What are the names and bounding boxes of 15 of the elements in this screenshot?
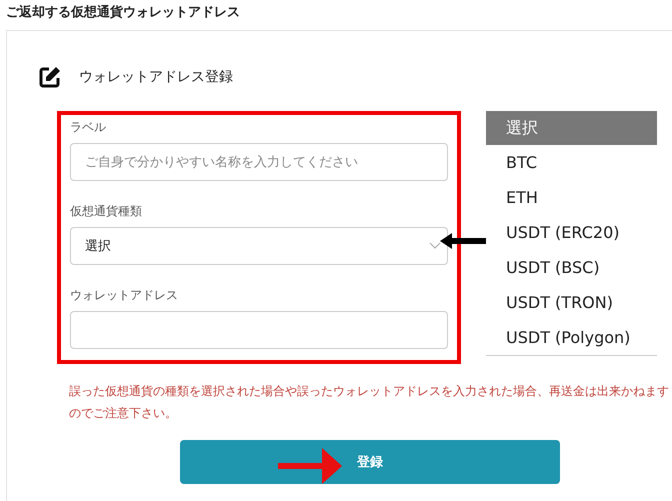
form-heading: ウォレットアドレス登録 <box>79 68 233 86</box>
warning-text: 誤った仮想通貨の種類を選択された場合や誤ったウォレットアドレスを入力された場合、再送金は出来かねますのでご注意下さい。 <box>69 383 670 422</box>
field-label: 仮想通貨種類 <box>70 203 143 219</box>
pointer-arrow <box>278 448 342 484</box>
pointer-arrow <box>440 232 486 250</box>
currency-select[interactable]: 選択 <box>70 227 448 265</box>
edit-icon <box>38 65 62 89</box>
chevron-down-icon <box>429 242 441 250</box>
field-label: ウォレットアドレス <box>70 287 179 303</box>
page-title: ご返却する仮想通貨ウォレットアドレス <box>5 4 241 22</box>
submit-button[interactable]: 登録 <box>180 440 560 484</box>
address-input-field[interactable] <box>70 311 448 349</box>
dropdown-option[interactable]: 選択 <box>486 111 657 145</box>
label-input-field[interactable]: ご自身で分かりやすい名称を入力してください <box>70 143 448 181</box>
field-label: ラベル <box>70 119 107 135</box>
